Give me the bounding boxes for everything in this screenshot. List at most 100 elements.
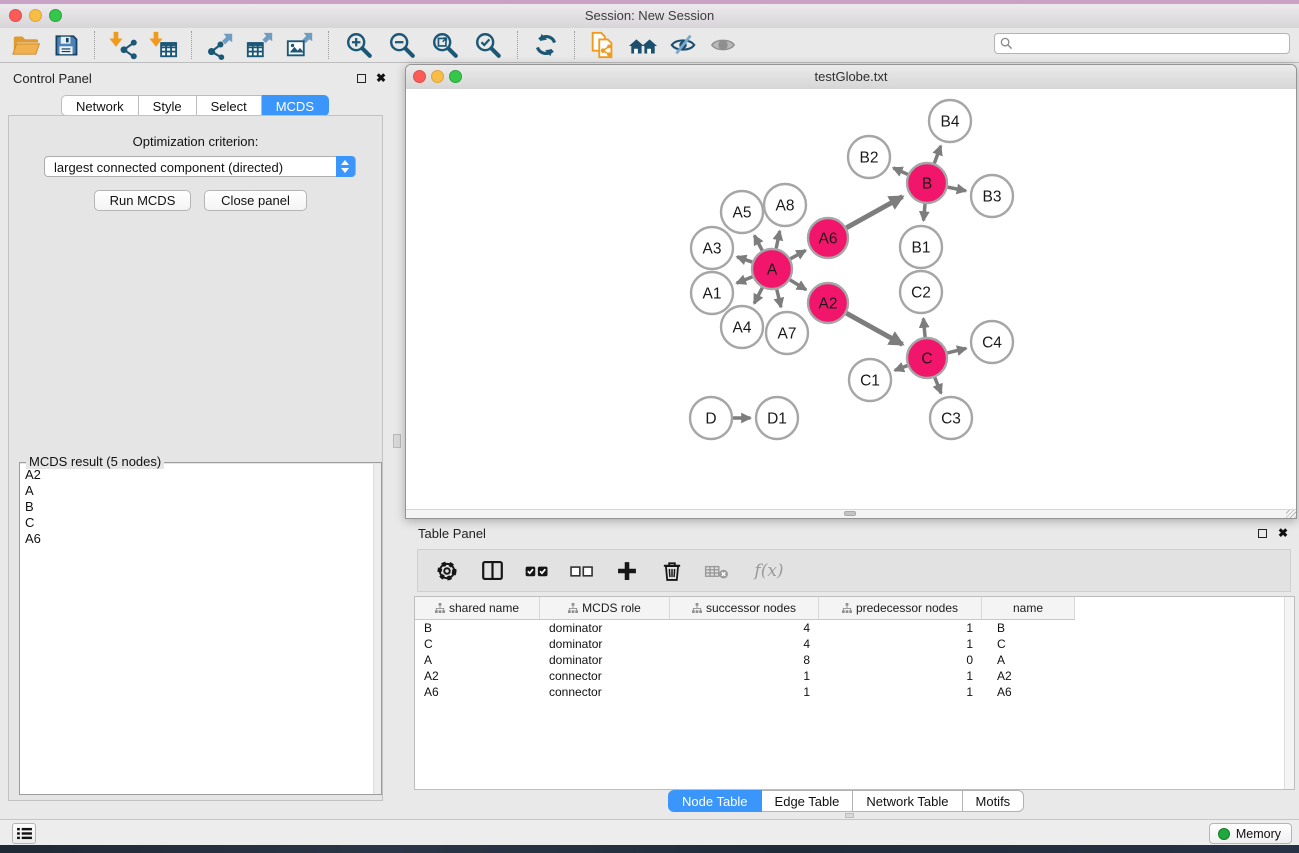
search-input[interactable]: [994, 33, 1290, 54]
divider-grip[interactable]: [393, 434, 401, 448]
edge-A-A5[interactable]: [754, 236, 762, 251]
cell[interactable]: dominator: [540, 653, 670, 667]
node-B[interactable]: B: [907, 163, 947, 203]
node-A4[interactable]: A4: [721, 306, 763, 348]
cell[interactable]: A: [415, 653, 540, 667]
edge-A-A1[interactable]: [737, 277, 753, 283]
cell[interactable]: 4: [670, 621, 819, 635]
cell[interactable]: A: [982, 653, 1075, 667]
node-A8[interactable]: A8: [764, 184, 806, 226]
tab-node-table[interactable]: Node Table: [668, 790, 762, 812]
cell[interactable]: 8: [670, 653, 819, 667]
network-canvas[interactable]: A5A8A3A1A4A7AA6A2BB2B4B3B1CC2C4C1C3DD1: [406, 89, 1296, 510]
column-header-shared-name[interactable]: shared name: [415, 597, 540, 619]
table-mode-button[interactable]: [432, 555, 462, 587]
table-row[interactable]: Adominator80A: [415, 652, 1075, 668]
column-header-mcds-role[interactable]: MCDS role: [540, 597, 670, 619]
node-A1[interactable]: A1: [691, 272, 733, 314]
table-row[interactable]: Bdominator41B: [415, 620, 1075, 636]
node-C1[interactable]: C1: [849, 359, 891, 401]
edge-B-B2[interactable]: [893, 168, 908, 175]
edge-C-C3[interactable]: [935, 377, 941, 393]
zoom-selected-button[interactable]: [466, 29, 509, 61]
tab-select[interactable]: Select: [197, 95, 262, 116]
node-C[interactable]: C: [907, 338, 947, 378]
edge-B-B3[interactable]: [948, 187, 966, 191]
cell[interactable]: C: [982, 637, 1075, 651]
show-view-button[interactable]: [703, 29, 743, 61]
result-list-scrollbar[interactable]: [373, 464, 381, 794]
node-A6[interactable]: A6: [808, 218, 848, 258]
cell[interactable]: A6: [415, 685, 540, 699]
node-B1[interactable]: B1: [900, 226, 942, 268]
node-C4[interactable]: C4: [971, 321, 1013, 363]
edge-B-B4[interactable]: [934, 146, 940, 163]
export-network-button[interactable]: [200, 29, 240, 61]
open-session-file-button[interactable]: [583, 29, 623, 61]
node-A5[interactable]: A5: [721, 191, 763, 233]
split-divider-vertical[interactable]: [390, 63, 404, 819]
close-panel-icon[interactable]: ✖: [1278, 527, 1288, 539]
tab-style[interactable]: Style: [139, 95, 197, 116]
home-button[interactable]: [623, 29, 663, 61]
divider-grip[interactable]: [845, 813, 854, 818]
unselect-all-columns-button[interactable]: [567, 555, 597, 587]
edge-A-A6[interactable]: [790, 250, 805, 258]
cell[interactable]: 1: [819, 685, 982, 699]
edge-A6-B[interactable]: [846, 197, 902, 228]
table-row[interactable]: A2connector11A2: [415, 668, 1075, 684]
show-columns-button[interactable]: [477, 555, 507, 587]
column-header-name[interactable]: name: [982, 597, 1075, 619]
cell[interactable]: 1: [819, 637, 982, 651]
node-A[interactable]: A: [752, 249, 792, 289]
close-panel-icon[interactable]: ✖: [376, 72, 386, 84]
edge-B-B1[interactable]: [923, 204, 925, 221]
cell[interactable]: 1: [670, 669, 819, 683]
edge-C-C2[interactable]: [923, 318, 925, 337]
result-item[interactable]: C: [20, 515, 381, 531]
cell[interactable]: A6: [982, 685, 1075, 699]
node-D[interactable]: D: [690, 397, 732, 439]
edge-A-A7[interactable]: [777, 289, 781, 307]
hide-graphics-details-button[interactable]: [663, 29, 703, 61]
save-session-button[interactable]: [46, 29, 86, 61]
cell[interactable]: connector: [540, 685, 670, 699]
delete-columns-button[interactable]: [657, 555, 687, 587]
node-A3[interactable]: A3: [691, 227, 733, 269]
cell[interactable]: A2: [982, 669, 1075, 683]
tab-mcds[interactable]: MCDS: [262, 95, 329, 116]
edge-A-A2[interactable]: [790, 280, 806, 290]
node-B3[interactable]: B3: [971, 175, 1013, 217]
column-header-predecessor-nodes[interactable]: predecessor nodes: [819, 597, 982, 619]
cell[interactable]: connector: [540, 669, 670, 683]
column-header-successor-nodes[interactable]: successor nodes: [670, 597, 819, 619]
zoom-in-button[interactable]: [337, 29, 380, 61]
cell[interactable]: C: [415, 637, 540, 651]
table-row[interactable]: Cdominator41C: [415, 636, 1075, 652]
cell[interactable]: 1: [819, 621, 982, 635]
table-scrollbar[interactable]: [1284, 597, 1294, 789]
node-B4[interactable]: B4: [929, 100, 971, 142]
cell[interactable]: 1: [819, 669, 982, 683]
export-table-button[interactable]: [240, 29, 280, 61]
zoom-out-button[interactable]: [380, 29, 423, 61]
export-image-button[interactable]: [280, 29, 320, 61]
edge-A2-C[interactable]: [846, 313, 902, 344]
result-item[interactable]: A6: [20, 531, 381, 547]
cell[interactable]: B: [415, 621, 540, 635]
task-history-button[interactable]: [12, 823, 36, 844]
edge-A-A3[interactable]: [737, 257, 752, 262]
select-all-columns-button[interactable]: [522, 555, 552, 587]
edge-A-A4[interactable]: [754, 288, 762, 304]
cell[interactable]: dominator: [540, 621, 670, 635]
node-C3[interactable]: C3: [930, 397, 972, 439]
node-B2[interactable]: B2: [848, 136, 890, 178]
cell[interactable]: 1: [670, 685, 819, 699]
node-C2[interactable]: C2: [900, 271, 942, 313]
edge-C-C1[interactable]: [895, 366, 908, 371]
tab-network[interactable]: Network: [61, 95, 139, 116]
cell[interactable]: dominator: [540, 637, 670, 651]
memory-button[interactable]: Memory: [1209, 823, 1292, 844]
run-mcds-button[interactable]: Run MCDS: [94, 190, 191, 211]
cell[interactable]: 0: [819, 653, 982, 667]
